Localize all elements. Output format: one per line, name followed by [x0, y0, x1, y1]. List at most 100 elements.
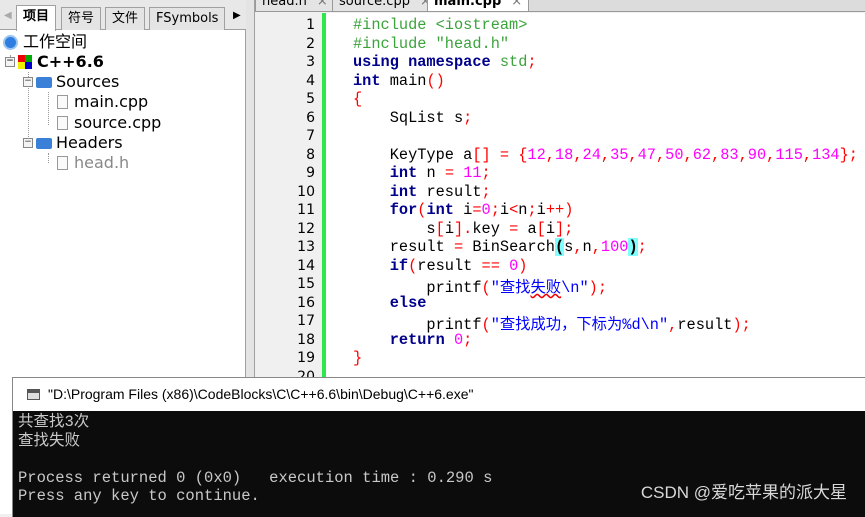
code-token: \n"	[561, 279, 589, 297]
code-token: else	[389, 293, 427, 312]
code-token: i	[545, 219, 555, 238]
code-token: ;	[490, 201, 500, 219]
code-token: ++)	[545, 201, 574, 219]
tab-scroll-right-icon[interactable]: ▶	[233, 10, 241, 21]
code-token: 115	[775, 145, 803, 164]
code-token: n	[582, 238, 592, 256]
close-icon[interactable]: ×	[317, 0, 328, 9]
code-token: i	[454, 201, 473, 219]
tree-file-head-h[interactable]: head.h	[57, 153, 129, 173]
code-token: if	[389, 256, 409, 275]
code-token: using namespace	[353, 53, 500, 71]
file-label: head.h	[74, 153, 130, 172]
code-token: 47	[637, 145, 656, 164]
code-token: 12	[527, 145, 546, 164]
line-number: 9	[306, 165, 315, 181]
code-token: result	[417, 182, 482, 201]
code-token: [	[536, 219, 546, 238]
code-token: i	[499, 201, 510, 219]
code-line: int main()	[353, 72, 445, 90]
project-icon	[18, 55, 32, 69]
console-window[interactable]: "D:\Program Files (x86)\CodeBlocks\C\C++…	[12, 377, 865, 517]
code-token: ,	[655, 145, 666, 164]
code-token: (	[481, 316, 491, 334]
tree-file-source-cpp[interactable]: source.cpp	[57, 113, 161, 133]
code-token: ;	[463, 330, 473, 349]
code-token: ,	[766, 145, 776, 164]
tab-label: main.cpp	[434, 0, 502, 9]
code-token: ,	[600, 145, 611, 164]
code-token: int	[389, 164, 418, 182]
line-number: 14	[297, 257, 315, 274]
code-token: 90	[747, 145, 767, 164]
code-token: int	[426, 201, 454, 219]
line-number: 4	[306, 72, 315, 89]
code-token: ,	[738, 145, 748, 164]
console-output: 共查找3次 查找失败 Process returned 0 (0x0) exec…	[13, 411, 865, 517]
line-number: 16	[297, 294, 315, 311]
tree-headers-folder[interactable]: − Headers	[23, 133, 123, 153]
code-token: ,	[668, 316, 678, 334]
tab-label: source.cpp	[339, 0, 410, 9]
tree-project[interactable]: − C++6.6	[5, 52, 104, 72]
code-token: SqList s	[353, 108, 464, 127]
code-token: {	[353, 90, 363, 108]
tree-sources-folder[interactable]: − Sources	[23, 72, 119, 92]
code-token: s	[564, 238, 574, 256]
code-token: 0	[509, 256, 519, 275]
line-number: 12	[297, 220, 315, 237]
code-token: 24	[582, 145, 601, 164]
collapse-icon[interactable]: −	[23, 77, 33, 87]
editor-tab-source-cpp[interactable]: source.cpp ×	[332, 0, 438, 12]
code-token: ,	[802, 145, 813, 164]
code-editor[interactable]: 1 #include <iostream> 2 #include "head.h" 3 u…	[255, 13, 865, 385]
code-token: 失败	[530, 279, 562, 297]
tree-file-main-cpp[interactable]: main.cpp	[57, 92, 148, 112]
code-token: )	[518, 256, 528, 275]
code-token: ,	[683, 145, 693, 164]
code-token: 0	[453, 330, 464, 349]
code-token: ;	[481, 182, 491, 201]
code-token: )	[628, 238, 638, 256]
code-token: s	[353, 219, 436, 238]
collapse-icon[interactable]: −	[5, 57, 15, 67]
code-token: 50	[665, 145, 684, 164]
tab-scroll-left-icon[interactable]: ◀	[4, 10, 12, 21]
code-token: ,	[545, 145, 555, 164]
console-icon	[27, 389, 40, 400]
code-token: =	[509, 219, 519, 238]
code-token: <	[509, 201, 519, 219]
code-token: ,	[591, 238, 601, 256]
code-token: 18	[554, 145, 574, 164]
close-icon[interactable]: ×	[511, 0, 522, 9]
workspace-label: 工作空间	[23, 32, 88, 51]
code-token: KeyType a	[353, 145, 473, 164]
tree-workspace[interactable]: 工作空间	[3, 32, 87, 52]
line-number: 5	[306, 91, 315, 107]
console-title-bar[interactable]: "D:\Program Files (x86)\CodeBlocks\C\C++…	[13, 378, 865, 411]
line-number: 2	[306, 35, 315, 52]
code-token: 100	[600, 238, 629, 256]
code-line: return 0;	[353, 330, 473, 349]
tab-fsymbols[interactable]: FSymbols	[149, 7, 226, 30]
code-line: int n = 11;	[353, 164, 491, 182]
collapse-icon[interactable]: −	[23, 138, 33, 148]
editor-tab-head-h[interactable]: head.h ×	[255, 0, 335, 12]
console-title: "D:\Program Files (x86)\CodeBlocks\C\C++…	[48, 386, 474, 402]
tab-symbols[interactable]: 符号	[61, 7, 102, 30]
code-token: ,	[573, 238, 583, 256]
line-number: 6	[306, 109, 315, 126]
tab-projects[interactable]: 项目	[16, 5, 57, 31]
code-token: ];	[555, 219, 574, 238]
line-number: 15	[297, 276, 315, 292]
code-token: ;	[481, 164, 491, 182]
tab-files[interactable]: 文件	[105, 7, 146, 30]
code-token: ;	[637, 238, 647, 256]
editor-tab-main-cpp[interactable]: main.cpp ×	[427, 0, 530, 12]
code-token: 0	[481, 201, 491, 219]
